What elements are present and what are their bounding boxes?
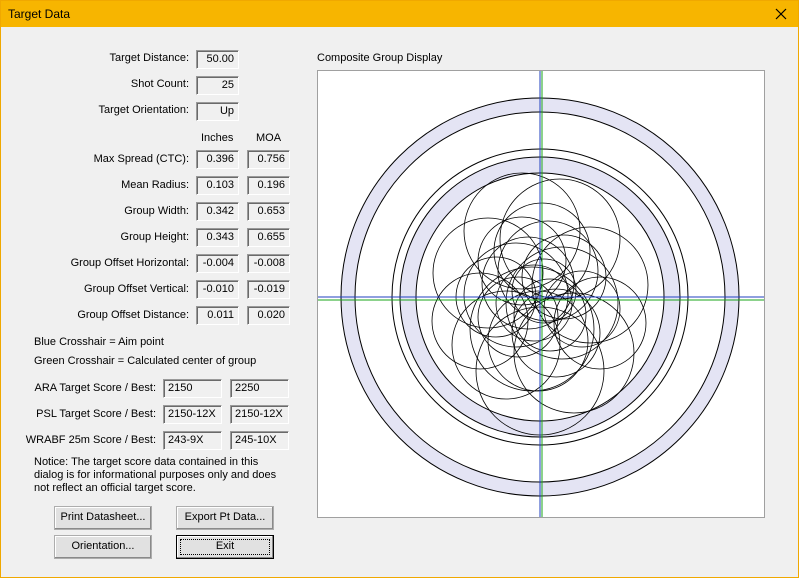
print-datasheet-button[interactable]: Print Datasheet...: [54, 506, 152, 530]
target-distance-label: Target Distance:: [109, 52, 189, 64]
close-icon: [775, 8, 787, 20]
group-offset-horizontal-label: Group Offset Horizontal:: [70, 257, 189, 269]
max-spread-label: Max Spread (CTC):: [93, 153, 189, 165]
target-orientation-label: Target Orientation:: [98, 104, 190, 116]
composite-group-display: [317, 70, 765, 518]
group-width-moa: 0.653: [247, 202, 290, 221]
blue-crosshair-legend: Blue Crosshair = Aim point: [34, 336, 164, 348]
group-height-inches: 0.343: [196, 228, 239, 247]
group-width-inches: 0.342: [196, 202, 239, 221]
psl-best-field: 2150-12X: [230, 405, 289, 424]
target-plot: [318, 71, 764, 517]
shot-count-field: 25: [196, 76, 239, 95]
group-offset-horizontal-moa: -0.008: [247, 254, 290, 273]
window-title: Target Data: [8, 7, 71, 21]
group-offset-vertical-label: Group Offset Vertical:: [84, 283, 189, 295]
green-crosshair-legend: Green Crosshair = Calculated center of g…: [34, 355, 257, 367]
ara-best-field: 2250: [230, 379, 289, 398]
ara-score-label: ARA Target Score / Best:: [34, 382, 156, 394]
group-offset-horizontal-inches: -0.004: [196, 254, 239, 273]
target-orientation-field: Up: [196, 102, 239, 121]
wrabf-score-field: 243-9X: [163, 431, 222, 450]
orientation-button[interactable]: Orientation...: [54, 535, 152, 559]
close-button[interactable]: [764, 1, 798, 27]
notice-line-2: dialog is for informational purposes onl…: [34, 469, 277, 481]
mean-radius-label: Mean Radius:: [121, 179, 189, 191]
max-spread-moa: 0.756: [247, 150, 290, 169]
max-spread-inches: 0.396: [196, 150, 239, 169]
notice-line-3: not reflect an official target score.: [34, 482, 196, 494]
group-offset-vertical-inches: -0.010: [196, 280, 239, 299]
export-pt-data-button[interactable]: Export Pt Data...: [176, 506, 274, 530]
group-offset-distance-inches: 0.011: [196, 306, 239, 325]
psl-score-label: PSL Target Score / Best:: [36, 408, 156, 420]
orientation-label: Orientation...: [71, 540, 135, 552]
composite-display-title: Composite Group Display: [317, 52, 443, 64]
mean-radius-moa: 0.196: [247, 176, 290, 195]
exit-label: Exit: [215, 540, 235, 552]
shot-count-label: Shot Count:: [130, 78, 189, 90]
group-height-label: Group Height:: [120, 231, 189, 243]
wrabf-best-field: 245-10X: [230, 431, 289, 450]
mean-radius-inches: 0.103: [196, 176, 239, 195]
moa-column-header: MOA: [256, 132, 282, 144]
exit-button[interactable]: Exit: [176, 535, 274, 559]
group-offset-vertical-moa: -0.019: [247, 280, 290, 299]
group-offset-distance-label: Group Offset Distance:: [77, 309, 189, 321]
wrabf-score-label: WRABF 25m Score / Best:: [25, 434, 156, 446]
group-height-moa: 0.655: [247, 228, 290, 247]
psl-score-field: 2150-12X: [163, 405, 222, 424]
target-distance-field: 50.00: [196, 50, 239, 69]
group-width-label: Group Width:: [124, 205, 189, 217]
group-offset-distance-moa: 0.020: [247, 306, 290, 325]
print-datasheet-label: Print Datasheet...: [60, 511, 146, 523]
title-bar: Target Data: [1, 1, 798, 27]
inches-column-header: Inches: [201, 132, 234, 144]
target-data-dialog: Target Data Target Distance: 50.00 Shot …: [0, 0, 799, 578]
export-pt-data-label: Export Pt Data...: [184, 511, 266, 523]
ara-score-field: 2150: [163, 379, 222, 398]
notice-line-1: Notice: The target score data contained …: [34, 456, 259, 468]
